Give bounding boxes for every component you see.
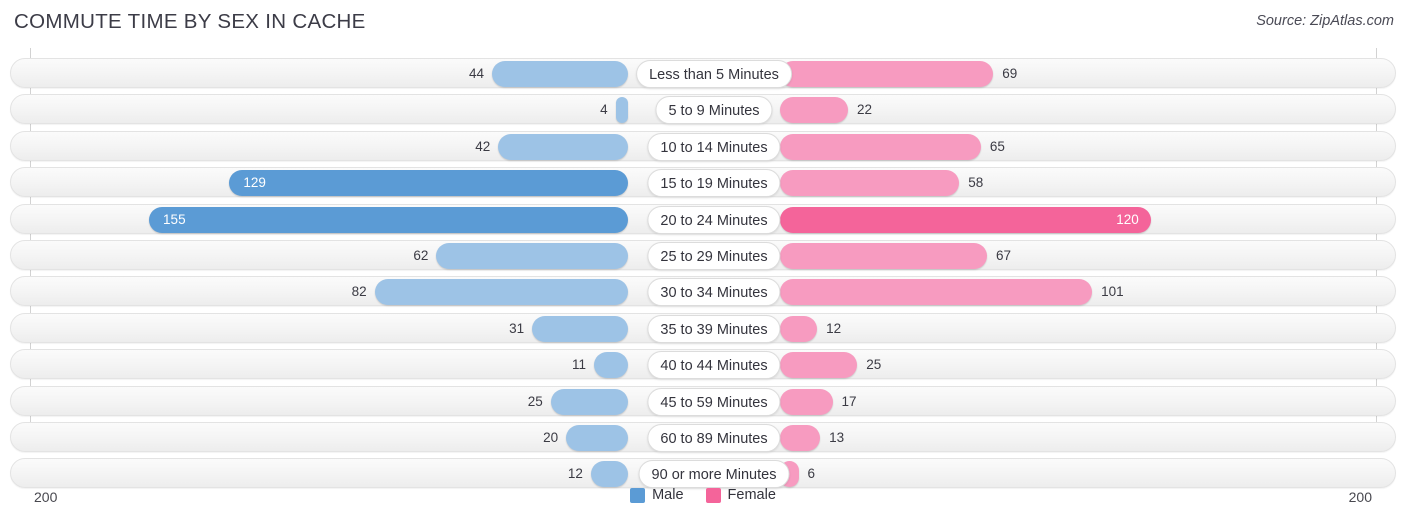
bar-female[interactable] (780, 425, 821, 451)
bar-male[interactable] (532, 315, 628, 342)
bar-male[interactable] (590, 461, 628, 488)
bar-value-male: 20 (543, 430, 559, 445)
bar-male[interactable] (615, 97, 628, 124)
table-row[interactable]: 12 6 90 or more Minutes (10, 458, 1397, 489)
bar-female[interactable] (780, 170, 960, 197)
category-label: 35 to 39 Minutes (647, 314, 781, 343)
legend-swatch-icon (705, 487, 721, 503)
bar-value-female: 120 (1116, 211, 1139, 227)
bar-layer: 12 6 90 or more Minutes (11, 459, 1397, 489)
category-label: 30 to 34 Minutes (647, 278, 781, 307)
chart-container: COMMUTE TIME BY SEX IN CACHE Source: Zip… (0, 0, 1406, 522)
bar-male[interactable] (436, 243, 628, 269)
bar-value-female: 58 (968, 175, 984, 191)
bar-value-male: 11 (571, 357, 586, 373)
bar-male[interactable] (492, 61, 628, 87)
category-label: 20 to 24 Minutes (647, 205, 781, 234)
table-row[interactable]: 155 120 20 to 24 Minutes (10, 203, 1397, 235)
bar-value-male: 25 (527, 393, 543, 409)
bar-value-male: 31 (509, 320, 525, 336)
bar-value-male: 82 (351, 284, 367, 300)
bar-layer: 62 67 25 to 29 Minutes (11, 241, 1397, 271)
bar-male[interactable] (550, 388, 628, 415)
bar-layer: 11 25 40 to 44 Minutes (11, 350, 1397, 380)
table-row[interactable]: 42 65 10 to 14 Minutes (10, 130, 1397, 162)
bar-value-male: 4 (600, 102, 608, 118)
bar-value-female: 13 (829, 430, 845, 445)
bar-value-male: 44 (469, 66, 485, 81)
category-label: 25 to 29 Minutes (647, 242, 781, 270)
bar-value-male: 12 (567, 466, 583, 482)
table-row[interactable]: 62 67 25 to 29 Minutes (10, 240, 1396, 270)
bar-female[interactable] (780, 352, 858, 379)
bar-value-male: 42 (475, 138, 491, 154)
legend-swatch-icon (630, 487, 646, 503)
bar-layer: 42 65 10 to 14 Minutes (11, 132, 1397, 162)
bar-value-female: 67 (996, 248, 1012, 263)
bar-value-female: 65 (989, 138, 1005, 154)
table-row[interactable]: 44 69 Less than 5 Minutes (10, 58, 1396, 88)
bar-layer: 129 58 15 to 19 Minutes (11, 168, 1397, 198)
bar-male[interactable] (229, 170, 628, 197)
bar-value-male: 155 (163, 211, 186, 227)
bar-value-female: 12 (826, 320, 842, 336)
bar-male[interactable] (594, 352, 628, 379)
bar-value-female: 22 (856, 102, 872, 118)
bar-value-female: 101 (1101, 284, 1124, 300)
bar-layer: 25 17 45 to 59 Minutes (11, 387, 1397, 417)
bar-female[interactable] (780, 206, 1151, 233)
bar-value-male: 129 (243, 175, 266, 191)
category-label: Less than 5 Minutes (636, 60, 792, 88)
category-label: 40 to 44 Minutes (647, 351, 781, 380)
bar-female[interactable] (780, 61, 994, 87)
bar-value-female: 6 (807, 466, 816, 482)
legend-male[interactable]: Male (630, 487, 684, 503)
table-row[interactable]: 129 58 15 to 19 Minutes (10, 167, 1397, 198)
category-label: 5 to 9 Minutes (655, 96, 773, 125)
bar-female[interactable] (780, 97, 848, 124)
bar-value-female: 17 (841, 393, 857, 409)
bar-value-female: 25 (866, 357, 882, 373)
bar-value-male: 62 (413, 248, 429, 263)
page-title: COMMUTE TIME BY SEX IN CACHE (14, 10, 366, 33)
bar-female[interactable] (780, 133, 981, 160)
table-row[interactable]: 25 17 45 to 59 Minutes (10, 385, 1397, 417)
bar-male[interactable] (566, 425, 628, 451)
category-label: 45 to 59 Minutes (647, 387, 781, 416)
bar-female[interactable] (780, 315, 818, 342)
category-label: 90 or more Minutes (638, 460, 790, 489)
bar-layer: 20 13 60 to 89 Minutes (11, 423, 1397, 453)
bar-male[interactable] (149, 206, 628, 233)
bar-layer: 4 22 5 to 9 Minutes (11, 95, 1397, 125)
table-row[interactable]: 4 22 5 to 9 Minutes (10, 94, 1397, 125)
category-label: 60 to 89 Minutes (647, 424, 781, 452)
legend-label: Male (652, 487, 684, 503)
bar-layer: 44 69 Less than 5 Minutes (11, 59, 1397, 89)
legend: Male Female (0, 487, 1406, 503)
table-row[interactable]: 11 25 40 to 44 Minutes (10, 349, 1397, 380)
bar-female[interactable] (780, 388, 833, 415)
table-row[interactable]: 82 101 30 to 34 Minutes (10, 276, 1397, 307)
source-attribution: Source: ZipAtlas.com (1256, 13, 1394, 29)
bar-male[interactable] (374, 279, 628, 306)
legend-female[interactable]: Female (705, 487, 776, 503)
table-row[interactable]: 31 12 35 to 39 Minutes (10, 312, 1397, 344)
bar-female[interactable] (780, 279, 1093, 306)
bar-value-female: 69 (1002, 66, 1018, 81)
category-label: 15 to 19 Minutes (647, 169, 781, 198)
plot-area: 44 69 Less than 5 Minutes 4 22 5 to 9 Minutes… (0, 48, 1406, 489)
category-label: 10 to 14 Minutes (647, 132, 781, 161)
bar-layer: 82 101 30 to 34 Minutes (11, 277, 1397, 307)
bar-female[interactable] (780, 243, 988, 269)
bar-male[interactable] (498, 133, 628, 160)
legend-label: Female (727, 487, 776, 503)
table-row[interactable]: 20 13 60 to 89 Minutes (10, 422, 1396, 452)
bar-layer: 155 120 20 to 24 Minutes (11, 205, 1397, 235)
bar-layer: 31 12 35 to 39 Minutes (11, 314, 1397, 344)
